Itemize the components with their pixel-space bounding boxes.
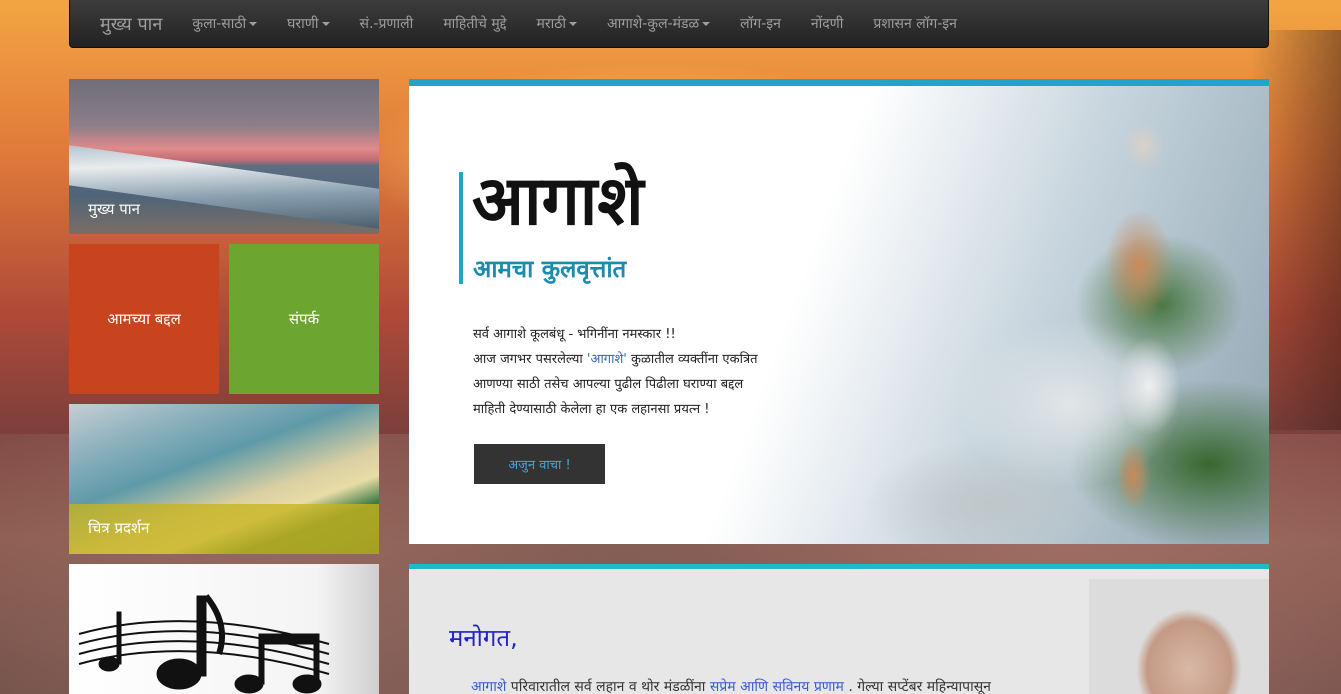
nav-item-marathi[interactable]: मराठी — [536, 14, 577, 33]
hero-title-accent — [459, 172, 463, 284]
manogat-section: मनोगत, आगाशे परिवारातील सर्व लहान व थोर … — [409, 564, 1269, 694]
tile-about-us[interactable]: आमच्या बद्दल — [69, 244, 219, 394]
manogat-link-agashe[interactable]: आगाशे — [471, 679, 506, 694]
nav-item-kula-sathi[interactable]: कुला-साठी — [192, 14, 258, 33]
manogat-title: मनोगत, — [449, 624, 518, 652]
manogat-text: आगाशे परिवारातील सर्व लहान व थोर मंडळींन… — [471, 679, 991, 694]
hero-title: आगाशे — [472, 162, 644, 241]
nav-item-register[interactable]: नोंदणी — [811, 14, 844, 33]
nav-brand-home[interactable]: मुख्य पान — [100, 12, 162, 36]
nav-item-gharani[interactable]: घराणी — [287, 14, 330, 33]
manogat-highlight: सप्रेम आणि सविनय प्रणाम — [709, 679, 844, 694]
tile-music[interactable] — [69, 564, 379, 694]
read-more-button[interactable]: अजुन वाचा ! — [474, 444, 605, 484]
tile-home-label: मुख्य पान — [88, 200, 140, 218]
hero-line-2-highlight: 'आगाशे' — [586, 352, 627, 367]
nav-item-sa-pranali[interactable]: सं.-प्रणाली — [360, 14, 414, 33]
hero-line-4: माहिती देण्यासाठी केलेला हा एक लहानसा प्… — [473, 402, 710, 417]
tile-gallery[interactable]: चित्र प्रदर्शन — [69, 404, 379, 554]
nav-item-mahitiche-mudde[interactable]: माहितीचे मुद्दे — [443, 14, 506, 33]
nav-item-kul-mandal[interactable]: आगाशे-कुल-मंडळ — [607, 14, 711, 33]
top-navbar: मुख्य पान कुला-साठी घराणी सं.-प्रणाली मा… — [69, 0, 1269, 48]
tile-contact-label: संपर्क — [288, 310, 320, 328]
author-portrait-image — [1089, 579, 1269, 694]
hero-text: सर्व आगाशे कूलबंधू - भगिनींना नमस्कार !!… — [473, 322, 833, 422]
hero-subtitle: आमचा कुलवृत्तांत — [473, 255, 627, 283]
music-notes-icon — [78, 594, 330, 694]
caret-down-icon — [249, 22, 258, 26]
tile-about-label: आमच्या बद्दल — [107, 310, 181, 328]
hero-line-2: आज जगभर पसरलेल्या 'आगाशे' कुळातील व्यक्त… — [473, 352, 758, 367]
tile-contact[interactable]: संपर्क — [229, 244, 379, 394]
nav-item-admin-login[interactable]: प्रशासन लॉग-इन — [873, 14, 957, 33]
hero-banner: आगाशे आमचा कुलवृत्तांत सर्व आगाशे कूलबंध… — [409, 79, 1269, 544]
tile-gallery-label: चित्र प्रदर्शन — [88, 519, 150, 537]
caret-down-icon — [568, 22, 577, 26]
hero-line-1: सर्व आगाशे कूलबंधू - भगिनींना नमस्कार !! — [473, 327, 676, 342]
hero-line-3: आणण्या साठी तसेच आपल्या पुढील पिढीला घरा… — [473, 377, 744, 392]
nav-item-login[interactable]: लॉग-इन — [740, 14, 781, 33]
caret-down-icon — [702, 22, 711, 26]
parshuram-figure-image — [1079, 96, 1209, 516]
tile-home[interactable]: मुख्य पान — [69, 79, 379, 234]
caret-down-icon — [321, 22, 330, 26]
